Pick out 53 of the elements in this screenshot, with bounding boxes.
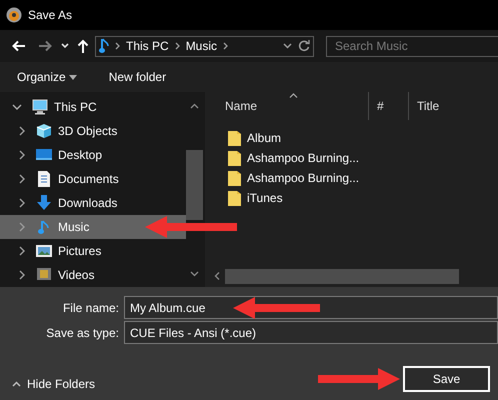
- folder-icon: [228, 170, 241, 186]
- music-note-icon: [99, 38, 109, 54]
- chevron-down-icon[interactable]: [283, 43, 292, 49]
- app-icon: [6, 7, 22, 23]
- forward-arrow-icon: [38, 40, 52, 52]
- field-label: Save as type:: [45, 324, 119, 342]
- back-arrow-icon: [12, 40, 26, 52]
- column-header[interactable]: Name: [205, 92, 368, 120]
- breadcrumb-item[interactable]: This PC: [126, 37, 169, 55]
- computer-icon: [32, 99, 48, 115]
- file-name-field[interactable]: My Album.cue: [124, 296, 498, 319]
- file-type-field[interactable]: CUE Files - Ansi (*.cue): [124, 321, 498, 344]
- chevron-right-icon: [174, 42, 180, 50]
- column-header[interactable]: Title: [408, 92, 488, 120]
- sidebar-item[interactable]: Documents: [0, 167, 186, 191]
- sidebar-item[interactable]: This PC: [0, 95, 186, 119]
- chevron-right-icon: [115, 42, 120, 50]
- folder-icon: [228, 150, 241, 166]
- folder-icon: [228, 190, 241, 206]
- search-field[interactable]: Search Music: [326, 36, 498, 56]
- sidebar-item[interactable]: Pictures: [0, 239, 186, 263]
- document-icon: [36, 171, 52, 187]
- column-header[interactable]: #: [368, 92, 408, 120]
- cube-icon: [36, 123, 52, 139]
- breadcrumb-item[interactable]: Music: [186, 37, 218, 55]
- file-row[interactable]: iTunes: [205, 188, 283, 208]
- back-button[interactable]: [12, 40, 26, 52]
- film-icon: [36, 267, 52, 283]
- sidebar-item[interactable]: Music: [0, 215, 186, 239]
- organize-dropdown[interactable]: Organize: [17, 71, 77, 83]
- hide-folders-button[interactable]: Hide Folders: [12, 375, 96, 393]
- save-button[interactable]: Save: [403, 366, 490, 392]
- file-row[interactable]: Ashampoo Burning...: [205, 148, 360, 168]
- sidebar-item[interactable]: Videos: [0, 263, 186, 287]
- image-icon: [36, 243, 52, 259]
- field-label: File name:: [62, 300, 119, 316]
- sidebar-item[interactable]: Desktop: [0, 143, 186, 167]
- new-folder-button[interactable]: New folder: [108, 71, 166, 83]
- folder-icon: [228, 130, 241, 146]
- chevron-right-icon: [223, 42, 228, 50]
- caret-up-icon: [12, 381, 21, 387]
- refresh-icon[interactable]: [298, 40, 310, 52]
- window-title: Save As: [28, 7, 72, 24]
- up-arrow-icon[interactable]: [77, 39, 89, 53]
- caret-down-icon: [68, 74, 77, 80]
- file-row[interactable]: Album: [205, 128, 282, 148]
- music-note-icon: [36, 219, 52, 235]
- desktop-icon: [36, 147, 52, 163]
- sidebar-item[interactable]: 3D Objects: [0, 119, 186, 143]
- file-row[interactable]: Ashampoo Burning...: [205, 168, 360, 188]
- sidebar-item[interactable]: Downloads: [0, 191, 186, 215]
- address-bar[interactable]: This PC Music: [95, 36, 314, 56]
- download-arrow-icon: [36, 195, 52, 211]
